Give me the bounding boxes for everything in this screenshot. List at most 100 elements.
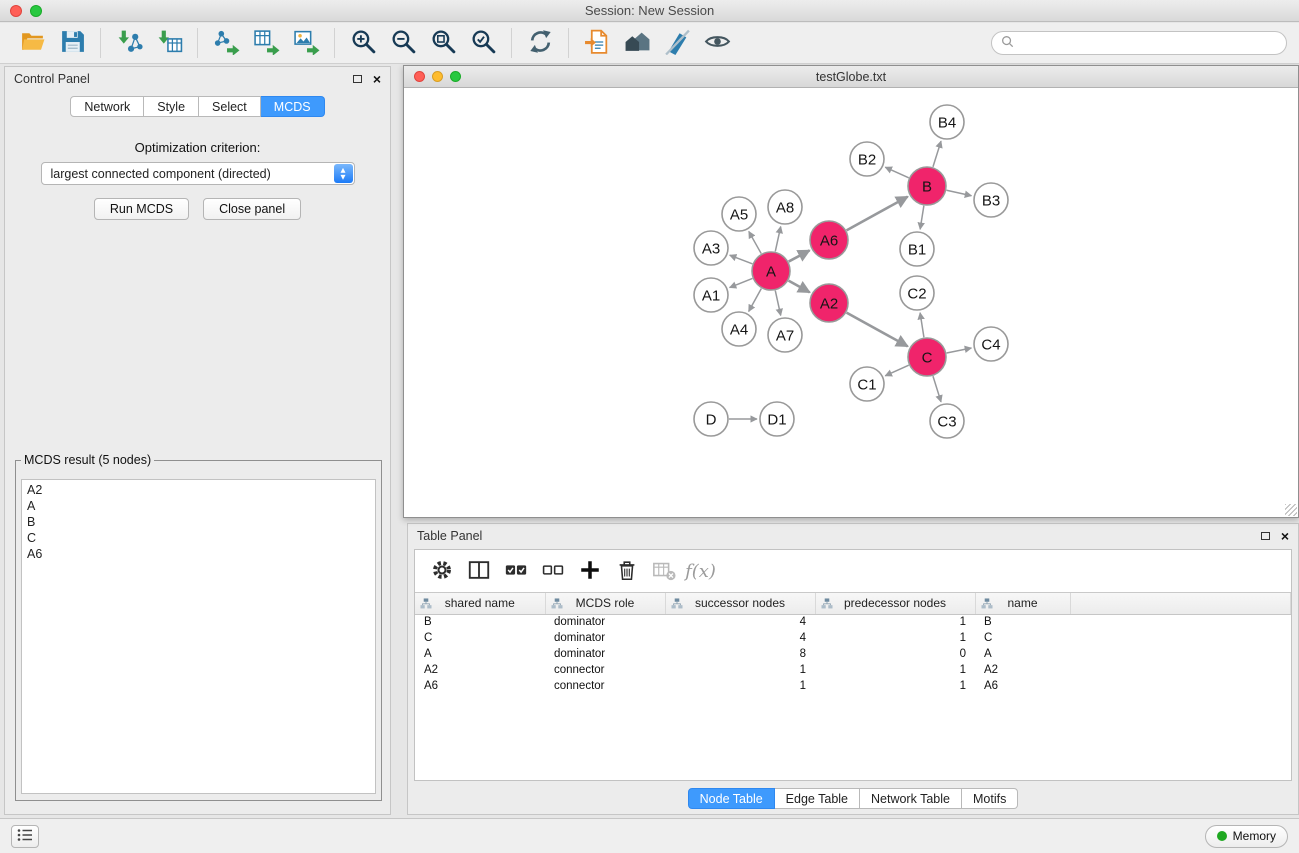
- table-cell[interactable]: 1: [815, 614, 975, 630]
- mcds-result-item[interactable]: A: [27, 498, 370, 514]
- table-cell[interactable]: 1: [665, 678, 815, 694]
- table-row[interactable]: Bdominator41B: [415, 614, 1291, 630]
- tab-edge-table[interactable]: Edge Table: [775, 788, 860, 809]
- select-all-button[interactable]: [497, 554, 534, 588]
- memory-button[interactable]: Memory: [1205, 825, 1288, 848]
- close-panel-button[interactable]: Close panel: [203, 198, 301, 220]
- fullscreen-window-button[interactable]: [30, 5, 42, 17]
- node-B3[interactable]: B3: [974, 183, 1008, 217]
- node-C4[interactable]: C4: [974, 327, 1008, 361]
- table-options-button[interactable]: [423, 554, 460, 588]
- edge-C-C2[interactable]: [920, 313, 924, 337]
- tab-node-table[interactable]: Node Table: [688, 788, 775, 809]
- home-button[interactable]: [617, 26, 657, 60]
- table-cell[interactable]: 8: [665, 646, 815, 662]
- column-header-predecessor-nodes[interactable]: predecessor nodes: [815, 593, 975, 614]
- export-table-button[interactable]: [246, 26, 286, 60]
- mcds-result-item[interactable]: A6: [27, 546, 370, 562]
- network-window-titlebar[interactable]: testGlobe.txt: [404, 66, 1298, 88]
- node-A3[interactable]: A3: [694, 231, 728, 265]
- column-visibility-button[interactable]: [460, 554, 497, 588]
- table-cell[interactable]: A6: [415, 678, 545, 694]
- edge-A-A5[interactable]: [749, 231, 761, 253]
- mcds-result-item[interactable]: C: [27, 530, 370, 546]
- zoom-selected-button[interactable]: [463, 26, 503, 60]
- node-A5[interactable]: A5: [722, 197, 756, 231]
- column-header-successor-nodes[interactable]: successor nodes: [665, 593, 815, 614]
- run-mcds-button[interactable]: Run MCDS: [94, 198, 189, 220]
- resize-grip-icon[interactable]: [1285, 504, 1297, 516]
- node-C1[interactable]: C1: [850, 367, 884, 401]
- edge-A-A6[interactable]: [789, 250, 810, 261]
- tab-select[interactable]: Select: [199, 96, 261, 117]
- mcds-result-item[interactable]: B: [27, 514, 370, 530]
- import-table-button[interactable]: [149, 26, 189, 60]
- table-cell[interactable]: A: [415, 646, 545, 662]
- network-minimize-button[interactable]: [432, 71, 443, 82]
- edge-C-C3[interactable]: [933, 376, 941, 402]
- zoom-fit-button[interactable]: [423, 26, 463, 60]
- table-cell[interactable]: 0: [815, 646, 975, 662]
- tab-mcds[interactable]: MCDS: [261, 96, 325, 117]
- optimization-criterion-dropdown[interactable]: largest connected component (directed) ▲…: [41, 162, 355, 185]
- delete-button[interactable]: [608, 554, 645, 588]
- node-B4[interactable]: B4: [930, 105, 964, 139]
- edge-B-B1[interactable]: [920, 206, 924, 229]
- style-pen-button[interactable]: [657, 26, 697, 60]
- node-D[interactable]: D: [694, 402, 728, 436]
- close-panel-icon[interactable]: ×: [373, 73, 381, 85]
- add-button[interactable]: [571, 554, 608, 588]
- node-A2[interactable]: A2: [810, 284, 848, 322]
- deselect-all-button[interactable]: [534, 554, 571, 588]
- table-row[interactable]: Adominator80A: [415, 646, 1291, 662]
- node-D1[interactable]: D1: [760, 402, 794, 436]
- float-panel-icon[interactable]: [353, 75, 362, 83]
- task-history-button[interactable]: [11, 825, 39, 848]
- edge-B-B2[interactable]: [885, 167, 909, 178]
- save-session-button[interactable]: [52, 26, 92, 60]
- table-cell[interactable]: 1: [815, 678, 975, 694]
- search-input[interactable]: [1019, 36, 1277, 50]
- network-canvas[interactable]: B4B2BB3A8A5A6B1A3AC2A1A2A4A7C4CC1C3DD1: [404, 88, 1298, 517]
- node-A7[interactable]: A7: [768, 318, 802, 352]
- tab-network-table[interactable]: Network Table: [860, 788, 962, 809]
- table-cell[interactable]: C: [975, 630, 1070, 646]
- close-window-button[interactable]: [10, 5, 22, 17]
- column-header-name[interactable]: name: [975, 593, 1070, 614]
- mcds-result-item[interactable]: A2: [27, 482, 370, 498]
- edge-A-A2[interactable]: [789, 281, 810, 293]
- table-row[interactable]: Cdominator41C: [415, 630, 1291, 646]
- edge-C-C4[interactable]: [947, 348, 972, 353]
- tab-motifs[interactable]: Motifs: [962, 788, 1018, 809]
- table-cell[interactable]: B: [975, 614, 1070, 630]
- node-A1[interactable]: A1: [694, 278, 728, 312]
- mcds-result-list[interactable]: A2ABCA6: [21, 479, 376, 794]
- table-cell[interactable]: connector: [545, 662, 665, 678]
- node-A6[interactable]: A6: [810, 221, 848, 259]
- edge-A6-B[interactable]: [847, 197, 908, 231]
- column-header-MCDS-role[interactable]: MCDS role: [545, 593, 665, 614]
- tab-style[interactable]: Style: [144, 96, 199, 117]
- close-table-panel-icon[interactable]: ×: [1281, 530, 1289, 542]
- edge-B-B3[interactable]: [947, 190, 972, 195]
- table-cell[interactable]: 4: [665, 630, 815, 646]
- node-C3[interactable]: C3: [930, 404, 964, 438]
- node-A4[interactable]: A4: [722, 312, 756, 346]
- table-cell[interactable]: A6: [975, 678, 1070, 694]
- show-graphics-button[interactable]: [697, 26, 737, 60]
- table-row[interactable]: A2connector11A2: [415, 662, 1291, 678]
- table-cell[interactable]: dominator: [545, 646, 665, 662]
- open-file-button[interactable]: [12, 26, 52, 60]
- network-graph[interactable]: B4B2BB3A8A5A6B1A3AC2A1A2A4A7C4CC1C3DD1: [404, 88, 1298, 517]
- table-cell[interactable]: dominator: [545, 630, 665, 646]
- edge-A-A3[interactable]: [730, 255, 753, 264]
- import-network-button[interactable]: [109, 26, 149, 60]
- network-zoom-button[interactable]: [450, 71, 461, 82]
- edge-A2-C[interactable]: [847, 313, 908, 347]
- edge-A-A1[interactable]: [730, 278, 753, 287]
- zoom-in-button[interactable]: [343, 26, 383, 60]
- zoom-out-button[interactable]: [383, 26, 423, 60]
- table-cell[interactable]: B: [415, 614, 545, 630]
- table-cell[interactable]: 4: [665, 614, 815, 630]
- export-document-button[interactable]: [577, 26, 617, 60]
